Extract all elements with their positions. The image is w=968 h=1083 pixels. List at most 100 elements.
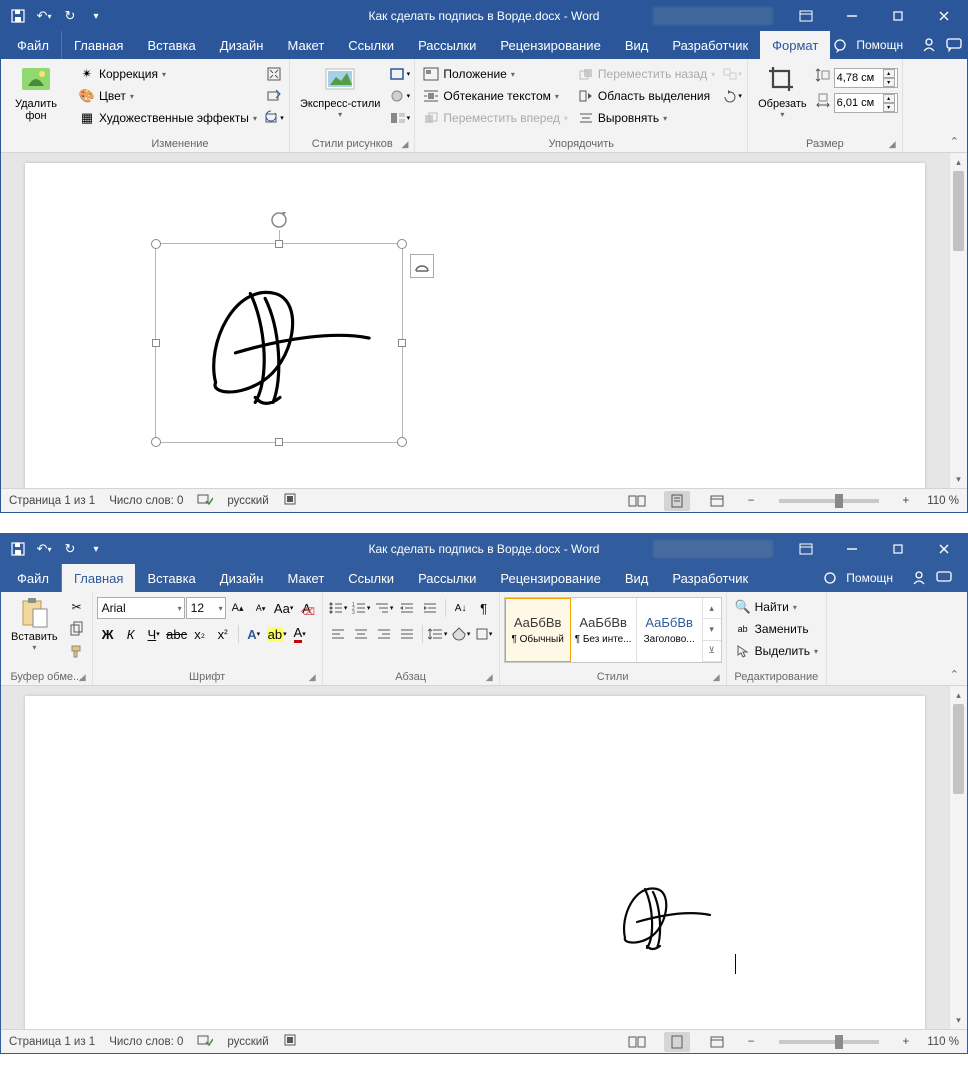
undo-icon[interactable]: ↶▾ — [33, 538, 55, 560]
reset-picture-button[interactable]: ▾ — [263, 107, 285, 129]
style-scroll-down-icon[interactable]: ▾ — [703, 619, 721, 640]
align-right-button[interactable] — [373, 623, 395, 645]
bold-button[interactable]: Ж — [97, 623, 119, 645]
vertical-scrollbar[interactable]: ▴ ▾ — [949, 153, 967, 488]
redo-icon[interactable]: ↻ — [59, 538, 81, 560]
height-input[interactable] — [837, 72, 881, 84]
dialog-launcher-icon[interactable]: ◢ — [79, 672, 86, 683]
macro-icon[interactable] — [283, 1033, 297, 1050]
height-down[interactable]: ▾ — [883, 78, 895, 87]
page-count[interactable]: Страница 1 из 1 — [9, 1036, 95, 1048]
strikethrough-button[interactable]: abc — [166, 623, 188, 645]
font-color-button[interactable]: A▾ — [289, 623, 311, 645]
minimize-icon[interactable] — [829, 1, 875, 31]
qat-customize-icon[interactable]: ▾ — [85, 538, 107, 560]
font-size-combo[interactable]: 12▾ — [186, 597, 226, 619]
web-layout-icon[interactable] — [704, 491, 730, 511]
comments-icon[interactable] — [935, 568, 955, 588]
increase-indent-button[interactable] — [419, 597, 441, 619]
select-button[interactable]: Выделить ▾ — [731, 640, 822, 662]
corrections-button[interactable]: ✴Коррекция ▾ — [75, 63, 261, 85]
picture-layout-button[interactable]: ▾ — [388, 107, 410, 129]
scroll-down-icon[interactable]: ▾ — [950, 1011, 967, 1029]
rotate-button[interactable]: ▾ — [721, 85, 743, 107]
ribbon-display-options-icon[interactable] — [783, 534, 829, 564]
spellcheck-icon[interactable] — [197, 492, 213, 509]
format-painter-button[interactable] — [66, 640, 88, 662]
layout-options-flyout-icon[interactable] — [410, 254, 434, 278]
change-case-button[interactable]: Aa▾ — [273, 597, 295, 619]
tab-developer[interactable]: Разработчик — [660, 31, 760, 59]
signature-image[interactable] — [595, 866, 725, 966]
style-normal[interactable]: АаБбВв¶ Обычный — [505, 598, 571, 662]
page[interactable] — [25, 163, 925, 488]
minimize-icon[interactable] — [829, 534, 875, 564]
font-name-combo[interactable]: Arial▾ — [97, 597, 185, 619]
language-label[interactable]: русский — [227, 495, 268, 507]
page-count[interactable]: Страница 1 из 1 — [9, 495, 95, 507]
tab-mailings[interactable]: Рассылки — [406, 31, 488, 59]
numbering-button[interactable]: 123▾ — [350, 597, 372, 619]
collapse-ribbon-icon[interactable]: ⌃ — [950, 668, 959, 681]
save-icon[interactable] — [7, 5, 29, 27]
ribbon-display-options-icon[interactable] — [783, 1, 829, 31]
width-input[interactable] — [837, 97, 881, 109]
scroll-down-icon[interactable]: ▾ — [950, 470, 967, 488]
sort-button[interactable]: A↓ — [450, 597, 472, 619]
share-icon[interactable] — [919, 35, 939, 55]
scroll-thumb[interactable] — [953, 171, 964, 251]
position-button[interactable]: Положение ▾ — [419, 63, 572, 85]
tab-insert[interactable]: Вставка — [135, 564, 207, 592]
align-button[interactable]: Выровнять ▾ — [574, 107, 719, 129]
express-styles-button[interactable]: Экспресс-стили▾ — [294, 61, 386, 122]
word-count[interactable]: Число слов: 0 — [109, 495, 183, 507]
tell-me-label[interactable]: Помощн — [846, 571, 893, 585]
comments-icon[interactable] — [945, 35, 965, 55]
style-scroll-up-icon[interactable]: ▴ — [703, 598, 721, 619]
save-icon[interactable] — [7, 538, 29, 560]
tab-references[interactable]: Ссылки — [336, 31, 406, 59]
dialog-launcher-icon[interactable]: ◢ — [309, 672, 316, 683]
align-left-button[interactable] — [327, 623, 349, 645]
compress-pictures-button[interactable] — [263, 63, 285, 85]
superscript-button[interactable]: x² — [212, 623, 234, 645]
scroll-thumb[interactable] — [953, 704, 964, 794]
dialog-launcher-icon[interactable]: ◢ — [889, 139, 896, 150]
clear-formatting-button[interactable]: A⌫ — [296, 597, 318, 619]
web-layout-icon[interactable] — [704, 1032, 730, 1052]
selected-picture[interactable] — [155, 243, 403, 443]
tab-references[interactable]: Ссылки — [336, 564, 406, 592]
tab-insert[interactable]: Вставка — [135, 31, 207, 59]
document-area[interactable]: ▴ ▾ — [1, 153, 967, 488]
language-label[interactable]: русский — [227, 1036, 268, 1048]
zoom-slider[interactable] — [779, 499, 879, 503]
tab-design[interactable]: Дизайн — [208, 564, 276, 592]
rotate-handle-icon[interactable] — [269, 210, 289, 230]
underline-button[interactable]: Ч▾ — [143, 623, 165, 645]
selection-pane-button[interactable]: Область выделения — [574, 85, 719, 107]
tab-developer[interactable]: Разработчик — [660, 564, 760, 592]
tab-file[interactable]: Файл — [5, 564, 62, 592]
picture-border-button[interactable]: ▾ — [388, 63, 410, 85]
zoom-level[interactable]: 110 % — [927, 495, 959, 507]
maximize-icon[interactable] — [875, 534, 921, 564]
tab-review[interactable]: Рецензирование — [488, 564, 612, 592]
decrease-indent-button[interactable] — [396, 597, 418, 619]
qat-customize-icon[interactable]: ▾ — [85, 5, 107, 27]
crop-button[interactable]: Обрезать▾ — [752, 61, 813, 122]
align-center-button[interactable] — [350, 623, 372, 645]
color-button[interactable]: 🎨Цвет ▾ — [75, 85, 261, 107]
resize-handle-w[interactable] — [152, 339, 160, 347]
tab-view[interactable]: Вид — [613, 564, 661, 592]
find-button[interactable]: 🔍Найти ▾ — [731, 596, 822, 618]
tab-home[interactable]: Главная — [62, 564, 135, 592]
close-icon[interactable] — [921, 534, 967, 564]
wrap-text-button[interactable]: Обтекание текстом ▾ — [419, 85, 572, 107]
spellcheck-icon[interactable] — [197, 1033, 213, 1050]
tab-review[interactable]: Рецензирование — [488, 31, 612, 59]
multilevel-list-button[interactable]: ▾ — [373, 597, 395, 619]
print-layout-icon[interactable] — [664, 491, 690, 511]
style-no-spacing[interactable]: АаБбВв¶ Без инте... — [571, 598, 637, 662]
tell-me-icon[interactable] — [830, 35, 850, 55]
tab-layout[interactable]: Макет — [275, 31, 336, 59]
